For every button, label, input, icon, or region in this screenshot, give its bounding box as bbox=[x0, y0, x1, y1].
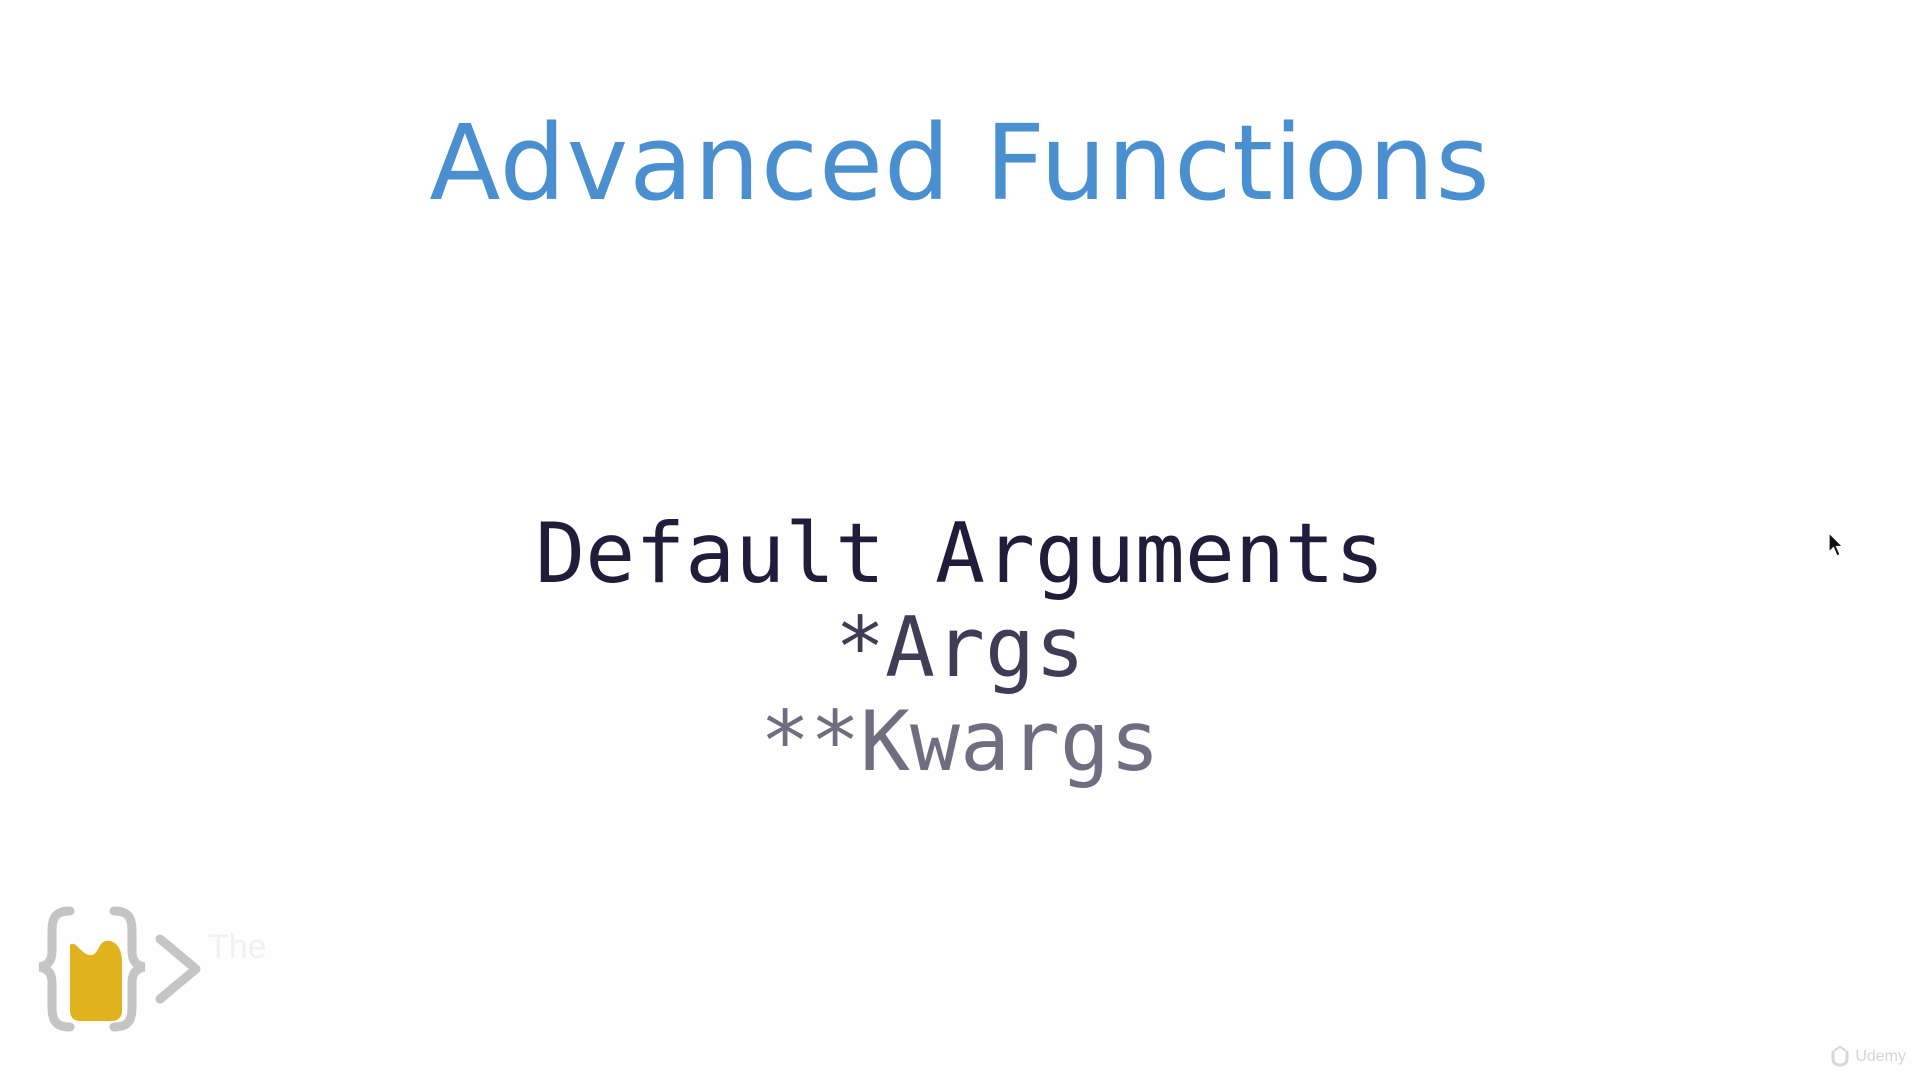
logo-text: The bbox=[208, 928, 267, 966]
yellow-accent bbox=[70, 940, 122, 1021]
mouse-pointer-icon bbox=[1828, 532, 1844, 557]
udemy-watermark: Udemy bbox=[1829, 1046, 1906, 1068]
topic-list: Default Arguments *Args **Kwargs bbox=[0, 507, 1920, 789]
slide-title: Advanced Functions bbox=[429, 102, 1491, 224]
chevron bbox=[155, 934, 201, 1004]
slide: Advanced Functions Default Arguments *Ar… bbox=[0, 0, 1920, 1080]
topic-kwargs: **Kwargs bbox=[760, 693, 1160, 790]
topic-default-arguments: Default Arguments bbox=[535, 505, 1385, 602]
curly-braces-python-logo-icon bbox=[38, 906, 201, 1032]
watermark-text: Udemy bbox=[1855, 1048, 1906, 1065]
left-brace bbox=[38, 906, 75, 1032]
topic-args: *Args bbox=[835, 599, 1085, 696]
udemy-logo-icon bbox=[1831, 1046, 1849, 1067]
